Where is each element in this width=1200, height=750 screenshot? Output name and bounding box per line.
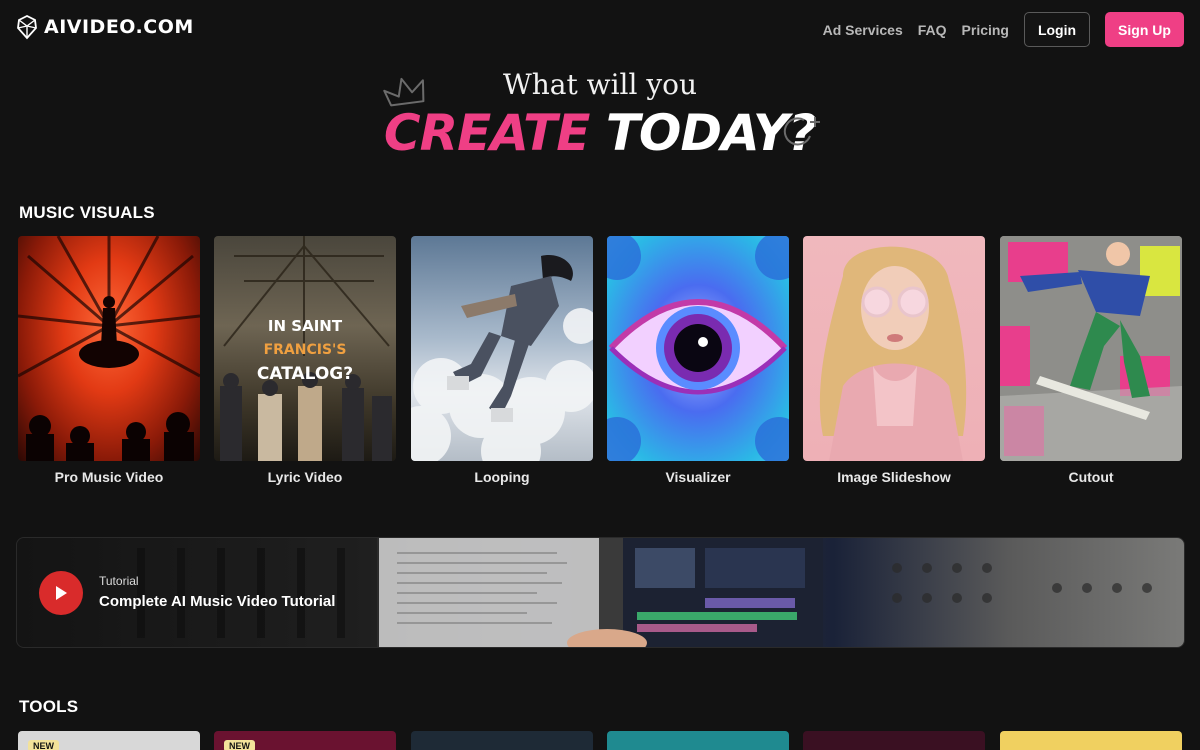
- card-looping[interactable]: Looping: [411, 236, 593, 494]
- tutorial-title: Complete AI Music Video Tutorial: [99, 593, 336, 610]
- tutorial-banner[interactable]: Tutorial Complete AI Music Video Tutoria…: [16, 537, 1185, 648]
- card-image-slideshow[interactable]: Image Slideshow: [803, 236, 985, 494]
- card-label: Looping: [474, 469, 530, 485]
- card-thumbnail: [1000, 236, 1182, 461]
- music-visuals-grid: Pro Music Video IN SAINT FRANCIS'S CATAL…: [18, 236, 1183, 494]
- card-cutout[interactable]: Cutout: [1000, 236, 1182, 494]
- card-thumbnail: IN SAINT FRANCIS'S CATALOG?: [214, 236, 396, 461]
- lyric-line-1: IN SAINT: [267, 317, 343, 335]
- play-button[interactable]: [39, 571, 83, 615]
- card-thumbnail: [411, 236, 593, 461]
- tutorial-tag: Tutorial: [99, 574, 139, 588]
- card-label: Lyric Video: [267, 469, 343, 485]
- lyric-overlay: IN SAINT FRANCIS'S CATALOG?: [214, 314, 396, 386]
- new-badge: NEW: [224, 740, 255, 750]
- logo[interactable]: AIVIDEO.COM: [16, 14, 194, 40]
- tool-card[interactable]: NEW: [214, 731, 396, 750]
- tool-card[interactable]: [411, 731, 593, 750]
- logo-text: AIVIDEO.COM: [44, 16, 194, 38]
- card-label: Pro Music Video: [54, 469, 164, 485]
- tool-card[interactable]: [607, 731, 789, 750]
- nav-ad-services[interactable]: Ad Services: [823, 22, 903, 38]
- floating-figure-image: [411, 255, 593, 461]
- nav-pricing[interactable]: Pricing: [962, 22, 1009, 38]
- lyric-line-3: CATALOG?: [256, 364, 354, 384]
- tools-heading: TOOLS: [19, 697, 79, 716]
- hero-create-word: CREATE: [383, 104, 591, 162]
- eye-image: [607, 236, 789, 461]
- skater-collage-image: [1000, 236, 1182, 461]
- new-badge: NEW: [28, 740, 59, 750]
- tools-grid: NEW NEW: [18, 731, 1183, 750]
- play-icon: [56, 586, 67, 600]
- card-visualizer[interactable]: Visualizer: [607, 236, 789, 494]
- card-thumbnail: [607, 236, 789, 461]
- lyric-line-2: FRANCIS'S: [263, 342, 347, 358]
- sparkle-doodle-icon: [783, 117, 820, 146]
- portrait-image: [819, 246, 967, 461]
- card-pro-music-video[interactable]: Pro Music Video: [18, 236, 200, 494]
- card-thumbnail: [18, 236, 200, 461]
- tool-card[interactable]: [1000, 731, 1182, 750]
- site-header: AIVIDEO.COM Ad Services FAQ Pricing Logi…: [0, 0, 1200, 58]
- nav-faq[interactable]: FAQ: [918, 22, 947, 38]
- card-label: Visualizer: [665, 469, 731, 485]
- card-label: Cutout: [1068, 469, 1114, 485]
- hero-subtitle: What will you: [502, 68, 698, 101]
- diamond-logo-icon: [17, 14, 37, 40]
- card-lyric-video[interactable]: IN SAINT FRANCIS'S CATALOG? Lyric Video: [214, 236, 396, 494]
- card-label: Image Slideshow: [837, 469, 951, 485]
- card-thumbnail: [803, 236, 985, 461]
- top-nav: Ad Services FAQ Pricing Login Sign Up: [823, 12, 1184, 47]
- tool-card[interactable]: [803, 731, 985, 750]
- tool-card[interactable]: NEW: [18, 731, 200, 750]
- login-button[interactable]: Login: [1024, 12, 1090, 47]
- music-visuals-heading: MUSIC VISUALS: [19, 203, 155, 222]
- signup-button[interactable]: Sign Up: [1105, 12, 1184, 47]
- performer-silhouette-image: [18, 236, 200, 461]
- hero-title: CREATE TODAY?: [0, 104, 1200, 162]
